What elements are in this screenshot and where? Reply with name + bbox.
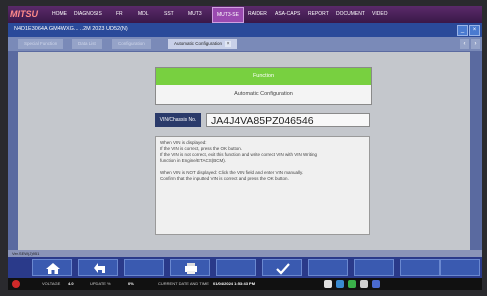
minimize-button[interactable]: _ bbox=[457, 25, 468, 36]
menu-mdl[interactable]: MDL bbox=[138, 11, 149, 17]
function-name: Automatic Configuration bbox=[234, 91, 293, 97]
message-line: Confirm that the inputted VIN is correct… bbox=[160, 176, 289, 181]
menu-sst[interactable]: SST bbox=[164, 11, 174, 17]
menu-document[interactable]: DOCUMENT bbox=[336, 11, 365, 17]
tab-scroll-left-icon[interactable]: ‹ bbox=[460, 39, 469, 49]
brand-logo: MITSU bbox=[10, 9, 38, 19]
print-button[interactable] bbox=[170, 259, 210, 276]
menu-asa-caps[interactable]: ASA-CAPS bbox=[275, 11, 300, 17]
version-bar: Ver.SEW(J)951 bbox=[8, 250, 482, 257]
tab-special-function[interactable]: Special Function bbox=[18, 39, 64, 49]
main-menu-bar: MITSU HOME DIAGNOSIS FR MDL SST MUT3 MUT… bbox=[8, 6, 482, 23]
function-box: Function Automatic Configuration bbox=[155, 67, 372, 105]
tray-device-icon[interactable] bbox=[360, 280, 368, 288]
tab-bar: Special Function Data List Configuration… bbox=[8, 37, 482, 51]
ok-button[interactable] bbox=[262, 259, 302, 276]
update-label: UPDATE % bbox=[90, 281, 111, 286]
tab-scroll-right-icon[interactable]: › bbox=[471, 39, 480, 49]
window-title-bar: N4D1E3064A GM4WXG... ..2M 2023 UD52(N) _… bbox=[8, 23, 482, 37]
empty-button[interactable] bbox=[216, 259, 256, 276]
mut3-screen: MITSU HOME DIAGNOSIS FR MDL SST MUT3 MUT… bbox=[8, 6, 482, 290]
tray-settings-icon[interactable] bbox=[324, 280, 332, 288]
menu-home[interactable]: HOME bbox=[52, 11, 67, 17]
close-button[interactable]: × bbox=[469, 25, 480, 36]
ok-check-icon bbox=[276, 263, 290, 275]
tab-configuration[interactable]: Configuration bbox=[112, 39, 151, 49]
status-bar: VOLTAGE 4.0 UPDATE % 0% CURRENT DATE AND… bbox=[8, 278, 482, 290]
back-icon bbox=[94, 263, 105, 273]
menu-raider[interactable]: RAIDER bbox=[248, 11, 267, 17]
tab-data-list[interactable]: Data List bbox=[72, 39, 102, 49]
voltage-value: 4.0 bbox=[68, 281, 74, 286]
content-panel: Function Automatic Configuration VIN/Cha… bbox=[18, 52, 470, 250]
vehicle-title: N4D1E3064A GM4WXG... ..2M 2023 UD52(N) bbox=[14, 26, 128, 32]
print-icon bbox=[185, 263, 197, 274]
menu-video[interactable]: VIDEO bbox=[372, 11, 388, 17]
menu-mut3-se[interactable]: MUT3-SE bbox=[212, 7, 244, 23]
empty-button[interactable] bbox=[124, 259, 164, 276]
menu-fr[interactable]: FR bbox=[116, 11, 123, 17]
menu-report[interactable]: REPORT bbox=[308, 11, 329, 17]
back-button[interactable] bbox=[78, 259, 118, 276]
tray-network-icon[interactable] bbox=[336, 280, 344, 288]
tab-close-icon[interactable]: × bbox=[225, 41, 232, 47]
version-text: Ver.SEW(J)951 bbox=[12, 251, 40, 256]
menu-mut3[interactable]: MUT3 bbox=[188, 11, 202, 17]
instruction-message: When VIN is displayed: If the VIN is cor… bbox=[155, 136, 370, 235]
empty-button[interactable] bbox=[354, 259, 394, 276]
tray-battery-icon[interactable] bbox=[348, 280, 356, 288]
power-icon[interactable] bbox=[12, 280, 20, 288]
datetime-label: CURRENT DATE AND TIME bbox=[158, 281, 209, 286]
voltage-label: VOLTAGE bbox=[42, 281, 61, 286]
home-icon bbox=[46, 263, 60, 274]
update-value: 0% bbox=[128, 281, 134, 286]
empty-button[interactable] bbox=[308, 259, 348, 276]
home-button[interactable] bbox=[32, 259, 72, 276]
tab-automatic-configuration[interactable]: Automatic Configuration × bbox=[168, 39, 238, 49]
vin-input[interactable]: JA4J4VA85PZ046546 bbox=[206, 113, 370, 127]
tray-bluetooth-icon[interactable] bbox=[372, 280, 380, 288]
bottom-button-bar bbox=[8, 257, 482, 278]
vin-label: VIN/Chassis No. bbox=[155, 113, 201, 127]
empty-button[interactable] bbox=[400, 259, 440, 276]
menu-diagnosis[interactable]: DIAGNOSIS bbox=[74, 11, 102, 17]
tab-automatic-configuration-label: Automatic Configuration bbox=[174, 41, 223, 46]
empty-button[interactable] bbox=[440, 259, 480, 276]
datetime-value: 01/04/2024 1:53:43 PM bbox=[213, 281, 256, 286]
function-header: Function bbox=[156, 68, 371, 85]
